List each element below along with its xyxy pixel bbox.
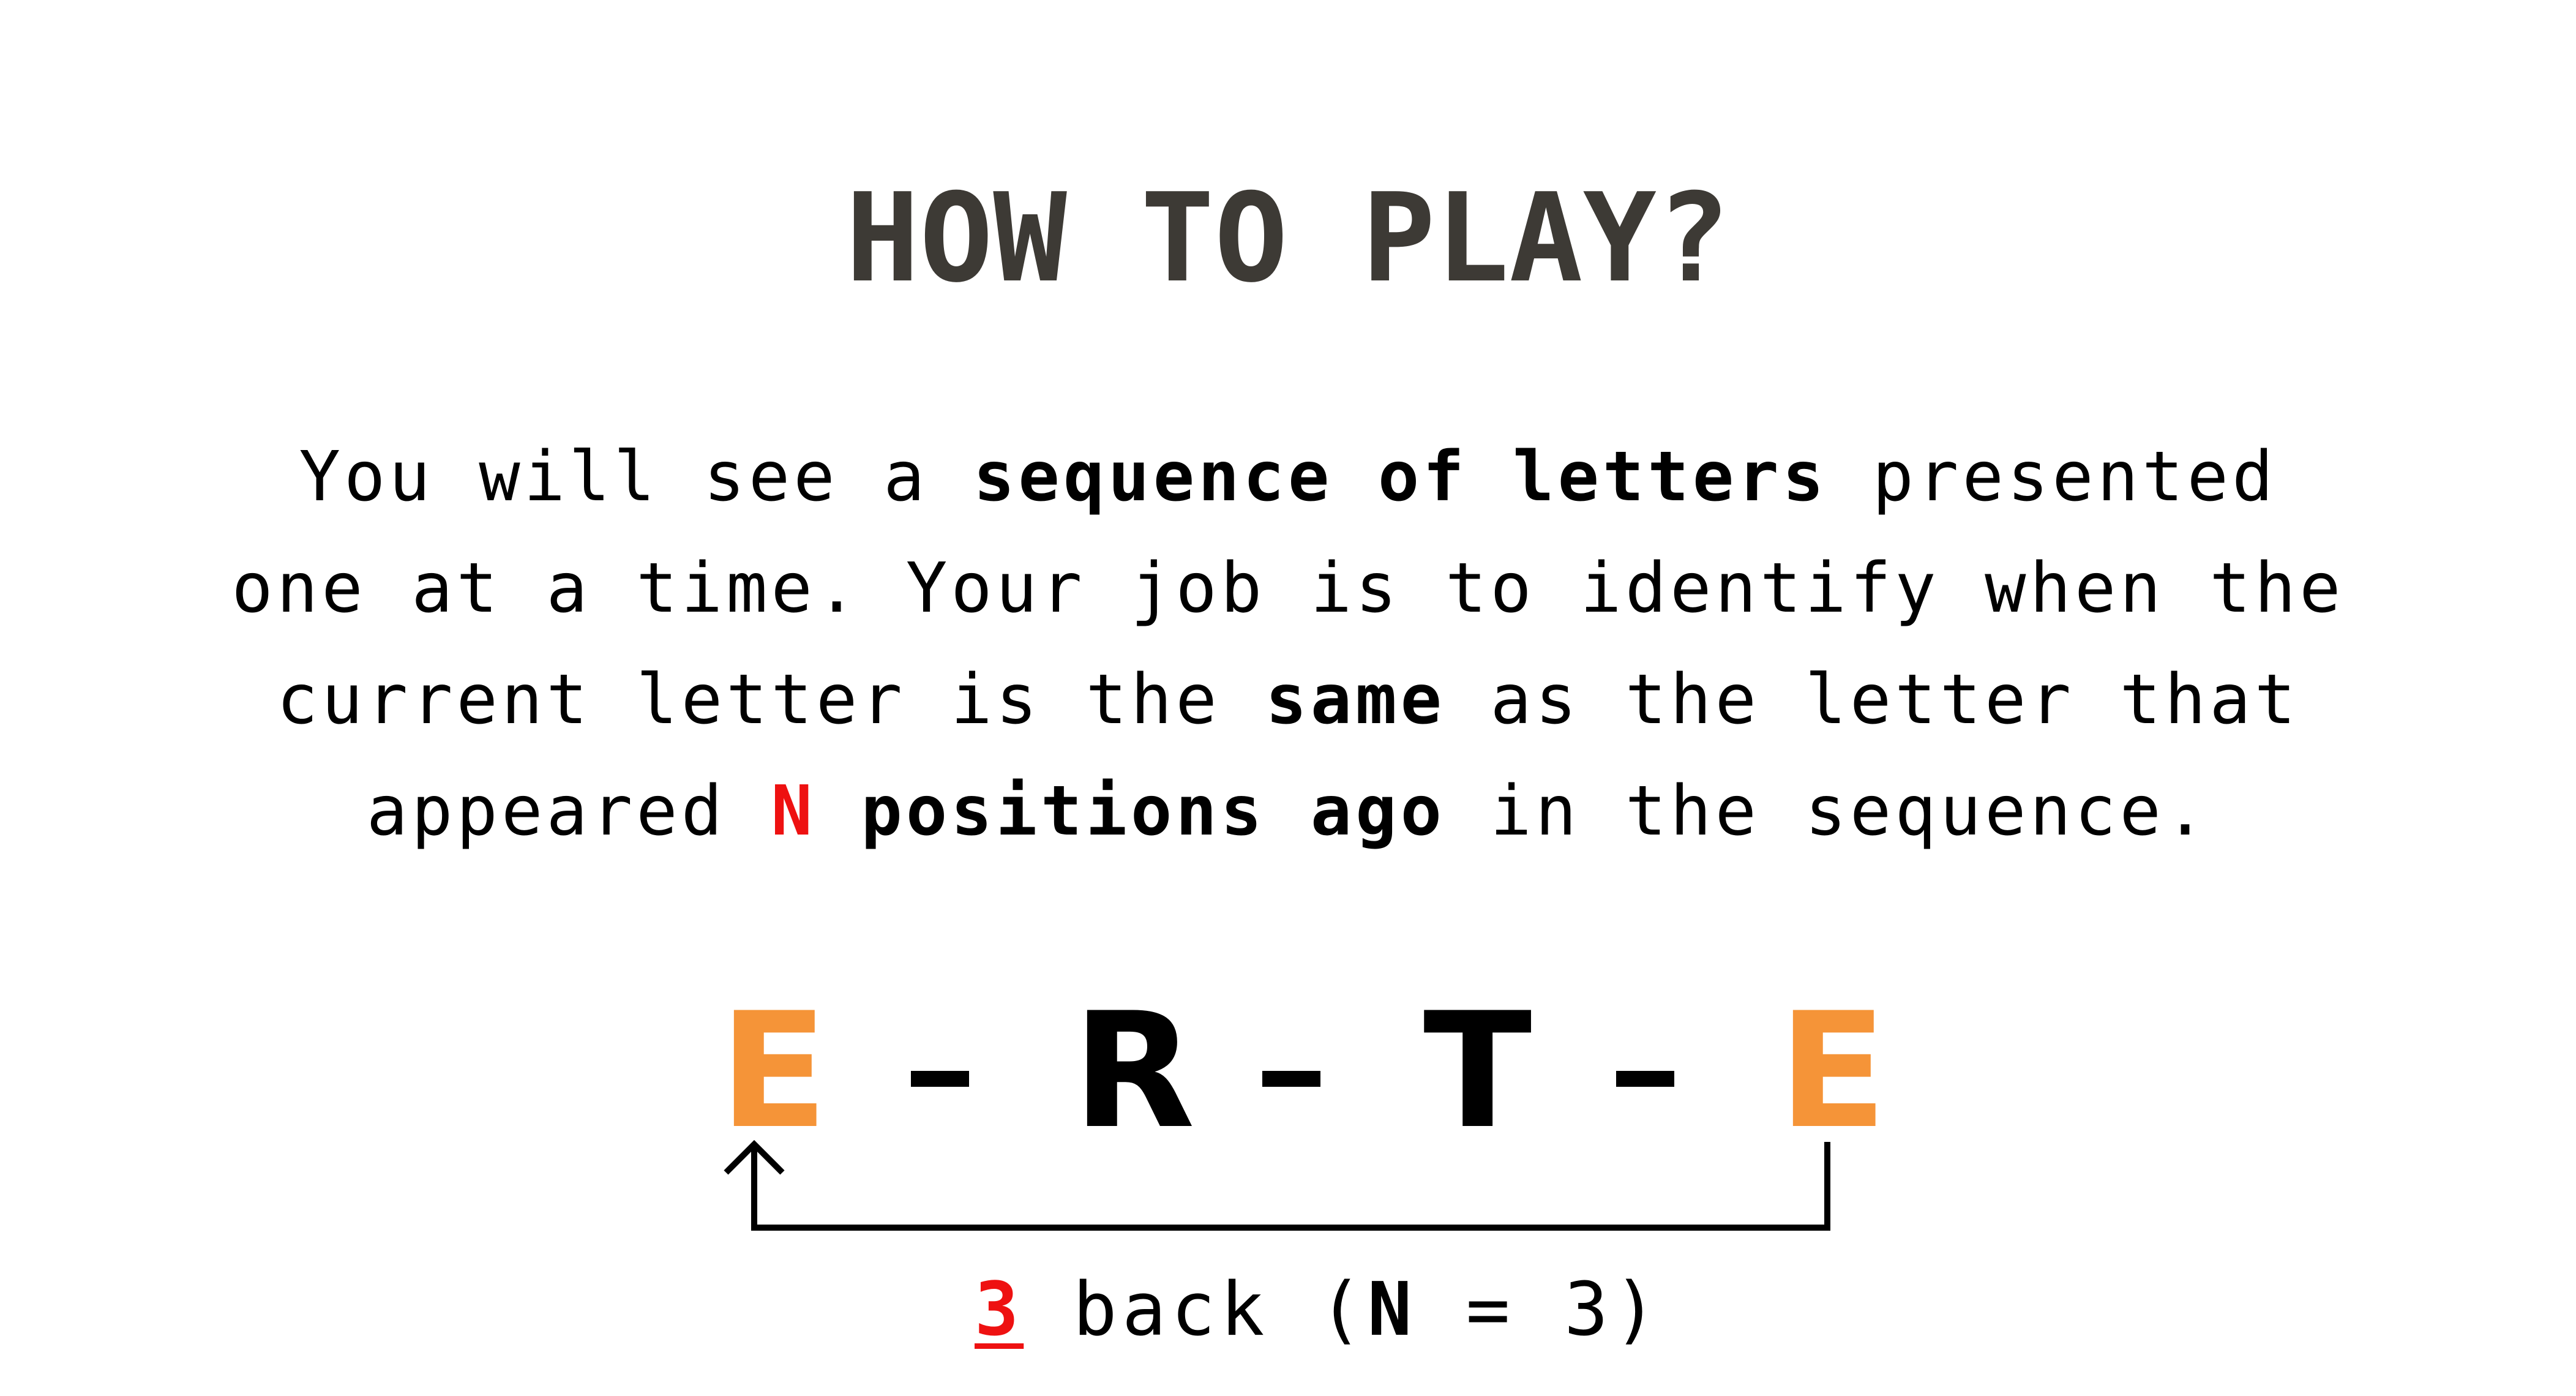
caption: 3 back (N = 3) (975, 1261, 1662, 1359)
caption-n: N (1367, 1267, 1417, 1353)
back-reference-bracket (724, 1139, 1830, 1231)
caption-text-b: = 3) (1417, 1267, 1663, 1353)
back-count: 3 (975, 1267, 1024, 1353)
bracket-line (751, 1142, 1830, 1231)
caption-text-a: back ( (1024, 1267, 1368, 1353)
